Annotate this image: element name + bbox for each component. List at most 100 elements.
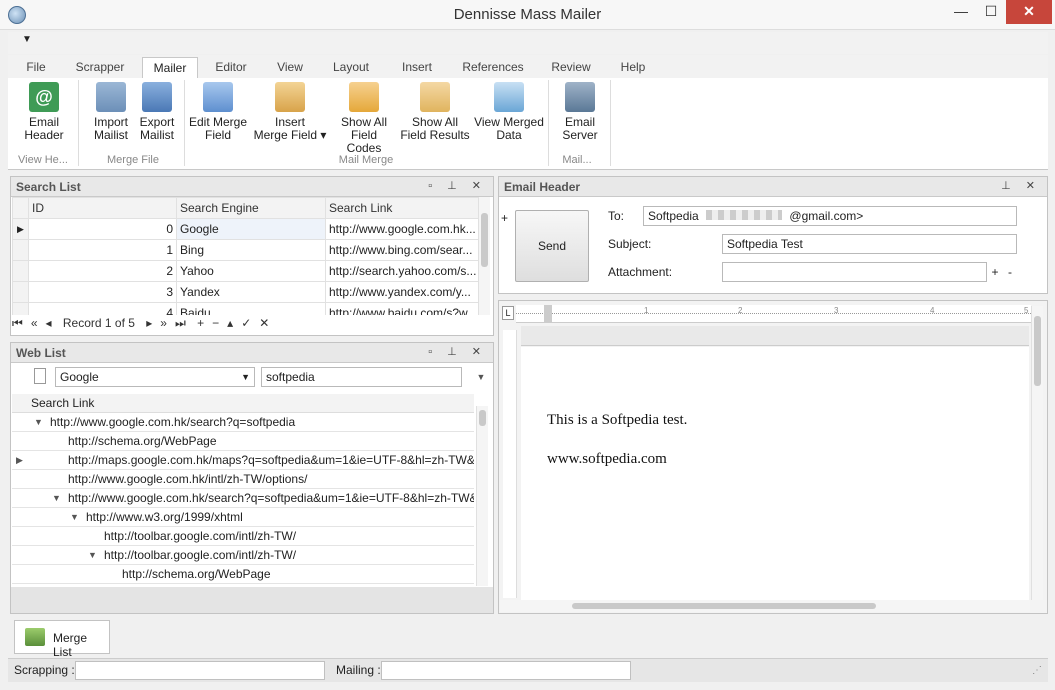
- field-results-icon: [420, 82, 450, 112]
- cancel-icon[interactable]: ✕: [259, 316, 269, 330]
- tab-mailer[interactable]: Mailer: [142, 57, 198, 79]
- collapse-icon[interactable]: ▼: [34, 413, 43, 431]
- remove-attachment-button[interactable]: -: [1003, 262, 1017, 282]
- edit-merge-field-button[interactable]: Edit Merge Field: [188, 82, 248, 142]
- view-merged-data-button[interactable]: View Merged Data: [474, 82, 544, 142]
- insert-merge-field-button[interactable]: Insert Merge Field ▾: [252, 82, 328, 142]
- tab-insert[interactable]: Insert: [396, 57, 438, 79]
- subject-field[interactable]: Softpedia Test: [722, 234, 1017, 254]
- collapse-icon[interactable]: ▼: [52, 489, 61, 507]
- collapse-icon[interactable]: ▼: [70, 508, 79, 526]
- panel-controls[interactable]: ▫ ⊥ ✕: [428, 179, 487, 192]
- tab-layout[interactable]: Layout: [328, 57, 374, 79]
- panel-controls[interactable]: ⊥ ✕: [1001, 179, 1041, 192]
- merge-list-tab[interactable]: Merge List: [14, 620, 110, 659]
- column-header-search-link[interactable]: Search Link: [12, 394, 474, 413]
- show-all-field-results-button[interactable]: Show All Field Results: [400, 82, 470, 142]
- table-row[interactable]: ▶ 0 Google http://www.google.com.hk...: [12, 218, 478, 240]
- confirm-icon[interactable]: ✓: [241, 316, 251, 330]
- search-engine-select[interactable]: Google ▼: [55, 367, 255, 387]
- prev-page-icon[interactable]: «: [31, 316, 38, 330]
- next-page-icon[interactable]: »: [160, 316, 167, 330]
- tab-view[interactable]: View: [272, 57, 308, 79]
- ribbon-separator: [78, 80, 79, 166]
- tree-item[interactable]: http://schema.org/WebPage: [12, 565, 474, 584]
- email-icon: @: [29, 82, 59, 112]
- export-database-icon: [142, 82, 172, 112]
- toolbar-overflow-icon[interactable]: ▼: [474, 368, 488, 386]
- search-list-scrollbar[interactable]: [478, 197, 490, 315]
- search-query-input[interactable]: softpedia: [261, 367, 462, 387]
- import-mailist-button[interactable]: Import Mailist: [86, 82, 136, 142]
- tree-item[interactable]: ▼ http://www.google.com.hk/search?q=softp…: [12, 489, 474, 508]
- field-codes-icon: [349, 82, 379, 112]
- tree-item[interactable]: ▼ http://www.w3.org/1999/xhtml: [12, 508, 474, 527]
- prev-record-icon[interactable]: ◂: [46, 316, 52, 330]
- editor-vertical-scrollbar[interactable]: [1031, 306, 1043, 600]
- ruler-tab-selector[interactable]: L: [502, 306, 514, 320]
- tab-editor[interactable]: Editor: [210, 57, 252, 79]
- row-indicator-icon: ▶: [12, 218, 29, 240]
- subject-label: Subject:: [608, 237, 652, 251]
- group-label-mail-server: Mail...: [562, 154, 592, 166]
- web-list-scrollbar[interactable]: [476, 406, 488, 586]
- tab-scrapper[interactable]: Scrapper: [70, 57, 130, 79]
- panel-controls[interactable]: ▫ ⊥ ✕: [428, 345, 487, 358]
- export-mailist-button[interactable]: Export Mailist: [132, 82, 182, 142]
- merge-list-label: Merge List: [53, 631, 88, 659]
- tree-item[interactable]: http://www.google.com.hk/intl/zh-TW/opti…: [12, 470, 474, 489]
- horizontal-ruler[interactable]: 1 2 3 4 5: [516, 305, 1031, 323]
- quick-access-dropdown-icon[interactable]: ▼: [22, 34, 32, 45]
- group-label-merge-file: Merge File: [107, 154, 159, 166]
- document-page[interactable]: This is a Softpedia test. www.softpedia.…: [521, 347, 1029, 601]
- tree-item[interactable]: ▶ http://maps.google.com.hk/maps?q=softpe…: [12, 451, 474, 470]
- expand-icon[interactable]: +: [501, 211, 508, 225]
- mailing-progress: [381, 661, 631, 680]
- table-row[interactable]: 2 Yahoo http://search.yahoo.com/s...: [12, 260, 478, 282]
- to-label: To:: [608, 209, 625, 223]
- delete-record-icon[interactable]: −: [212, 316, 219, 330]
- next-record-icon[interactable]: ▸: [146, 316, 152, 330]
- attachment-field[interactable]: [722, 262, 987, 282]
- tab-file[interactable]: File: [18, 57, 54, 79]
- tree-item[interactable]: http://toolbar.google.com/intl/zh-TW/: [12, 527, 474, 546]
- collapse-icon[interactable]: ▼: [88, 546, 97, 564]
- ribbon-tabs: File Scrapper Mailer Editor View Layout …: [8, 55, 1048, 79]
- tree-item[interactable]: ▼ http://www.google.com.hk/search?q=softp…: [12, 413, 474, 432]
- email-header-button[interactable]: @ Email Header: [12, 82, 76, 142]
- page-top-margin: [521, 326, 1029, 346]
- close-button[interactable]: ✕: [1006, 0, 1052, 24]
- tree-item[interactable]: ▼ http://toolbar.google.com/intl/zh-TW/: [12, 546, 474, 565]
- scrapping-label: Scrapping :: [14, 663, 75, 677]
- minimize-button[interactable]: —: [946, 0, 976, 24]
- send-button[interactable]: Send: [515, 210, 589, 282]
- tab-help[interactable]: Help: [616, 57, 650, 79]
- resize-grip-icon[interactable]: ⋰: [1032, 665, 1042, 676]
- column-header-id[interactable]: ID: [28, 197, 177, 219]
- table-row[interactable]: 3 Yandex http://www.yandex.com/y...: [12, 281, 478, 303]
- column-header-search-link[interactable]: Search Link: [325, 197, 478, 219]
- show-all-field-codes-button[interactable]: Show All Field Codes: [332, 82, 396, 155]
- last-record-icon[interactable]: ⏭: [175, 316, 186, 330]
- email-server-button[interactable]: Email Server: [554, 82, 606, 142]
- maximize-button[interactable]: ☐: [976, 0, 1006, 24]
- tab-references[interactable]: References: [460, 57, 526, 79]
- tab-review[interactable]: Review: [548, 57, 594, 79]
- column-header-search-engine[interactable]: Search Engine: [176, 197, 326, 219]
- tree-item[interactable]: http://schema.org/WebPage: [12, 432, 474, 451]
- record-navigator: ⏮ « ◂ Record 1 of 5 ▸ » ⏭ + − ▴ ✓ ✕: [12, 316, 492, 334]
- table-row[interactable]: 4 Baidu http://www.baidu.com/s?w...: [12, 302, 478, 315]
- attachment-label: Attachment:: [608, 265, 673, 279]
- document-line-1: This is a Softpedia test.: [547, 412, 688, 428]
- first-record-icon[interactable]: ⏮: [12, 316, 23, 330]
- indent-marker-icon[interactable]: [544, 305, 552, 323]
- add-record-icon[interactable]: +: [197, 316, 204, 330]
- app-icon[interactable]: [8, 6, 26, 24]
- email-header-title: Email Header: [504, 180, 581, 194]
- table-row[interactable]: 1 Bing http://www.bing.com/sear...: [12, 239, 478, 261]
- editor-horizontal-scrollbar[interactable]: [500, 600, 1030, 612]
- move-up-icon[interactable]: ▴: [227, 316, 233, 330]
- to-field[interactable]: Softpedia @gmail.com>: [643, 206, 1017, 226]
- add-attachment-button[interactable]: +: [988, 262, 1002, 282]
- vertical-ruler[interactable]: [503, 330, 517, 598]
